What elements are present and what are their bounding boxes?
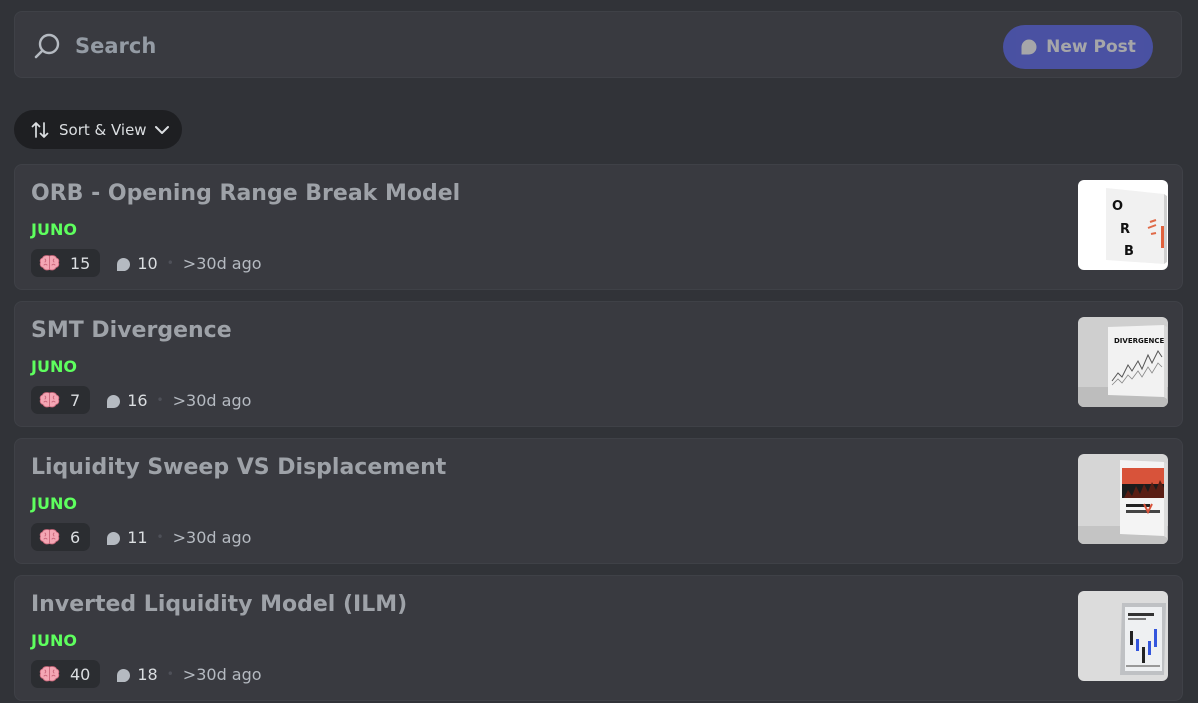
post-title[interactable]: SMT Divergence: [31, 318, 232, 343]
sort-arrows-icon: [31, 121, 49, 138]
search-bar[interactable]: Search New Post: [14, 11, 1182, 78]
search-icon: [34, 33, 60, 59]
new-post-button[interactable]: New Post: [1003, 25, 1153, 69]
brain-icon: [39, 529, 60, 545]
comment-count: 10: [116, 253, 158, 273]
post-author[interactable]: JUNO: [31, 357, 77, 376]
chat-bubble-icon: [117, 669, 131, 682]
chat-bubble-icon: [117, 258, 131, 271]
chat-bubble-icon: [107, 532, 121, 545]
post-thumbnail[interactable]: [1078, 591, 1168, 681]
post-thumbnail[interactable]: DIVERGENCE: [1078, 317, 1168, 407]
smt-book-heading: DIVERGENCE: [1114, 337, 1165, 345]
smt-book-image: DIVERGENCE: [1078, 317, 1168, 407]
comment-count-value: 10: [137, 253, 158, 273]
brain-icon: [39, 255, 60, 271]
comment-count-value: 11: [127, 527, 148, 547]
comment-count: 18: [116, 664, 158, 684]
orb-letter-o: O: [1112, 199, 1123, 214]
reaction-button[interactable]: 7: [31, 386, 91, 414]
comment-count: 16: [106, 390, 148, 410]
reaction-button[interactable]: 6: [31, 523, 91, 551]
post-meta: 6 11 • >30d ago: [31, 523, 251, 551]
reaction-count: 7: [70, 390, 81, 410]
post-title[interactable]: Inverted Liquidity Model (ILM): [31, 592, 407, 617]
separator-dot: •: [156, 530, 164, 544]
reaction-count: 6: [70, 527, 81, 547]
post-card-smt[interactable]: SMT Divergence JUNO 7 16 • >30d ago DIVE…: [14, 301, 1183, 427]
post-time: >30d ago: [172, 390, 252, 410]
reaction-count: 40: [70, 664, 91, 684]
reaction-button[interactable]: 40: [31, 660, 101, 688]
post-meta: 7 16 • >30d ago: [31, 386, 251, 414]
orb-letter-r: R: [1120, 222, 1130, 237]
new-post-label: New Post: [1046, 37, 1136, 57]
orb-book-image: O R B: [1078, 180, 1168, 270]
post-card-liquidity-sweep[interactable]: Liquidity Sweep VS Displacement JUNO 6 1…: [14, 438, 1183, 564]
post-time: >30d ago: [182, 664, 262, 684]
sort-view-button[interactable]: Sort & View: [14, 110, 182, 149]
post-thumbnail[interactable]: O R B: [1078, 180, 1168, 270]
post-author[interactable]: JUNO: [31, 220, 77, 239]
reaction-count: 15: [70, 253, 91, 273]
reaction-button[interactable]: 15: [31, 249, 101, 277]
post-card-orb[interactable]: ORB - Opening Range Break Model JUNO 15 …: [14, 164, 1183, 290]
brain-icon: [39, 666, 60, 682]
post-time: >30d ago: [172, 527, 252, 547]
comment-count-value: 16: [127, 390, 148, 410]
post-meta: 40 18 • >30d ago: [31, 660, 262, 688]
post-card-ilm[interactable]: Inverted Liquidity Model (ILM) JUNO 40 1…: [14, 575, 1183, 701]
brain-icon: [39, 392, 60, 408]
post-thumbnail[interactable]: [1078, 454, 1168, 544]
search-input[interactable]: Search: [75, 34, 156, 58]
liquidity-sweep-book-image: [1078, 454, 1168, 544]
chat-bubble-icon: [107, 395, 121, 408]
post-title[interactable]: ORB - Opening Range Break Model: [31, 181, 460, 206]
orb-letter-b: B: [1124, 244, 1134, 259]
comment-count: 11: [106, 527, 148, 547]
post-author[interactable]: JUNO: [31, 494, 77, 513]
post-title[interactable]: Liquidity Sweep VS Displacement: [31, 455, 446, 480]
separator-dot: •: [166, 667, 174, 681]
chat-bubble-icon: [1021, 39, 1037, 55]
separator-dot: •: [156, 393, 164, 407]
ilm-package-image: [1078, 591, 1168, 681]
post-author[interactable]: JUNO: [31, 631, 77, 650]
chevron-down-icon: [154, 125, 169, 134]
post-meta: 15 10 • >30d ago: [31, 249, 262, 277]
sort-view-label: Sort & View: [59, 120, 147, 139]
separator-dot: •: [166, 256, 174, 270]
post-time: >30d ago: [182, 253, 262, 273]
comment-count-value: 18: [137, 664, 158, 684]
